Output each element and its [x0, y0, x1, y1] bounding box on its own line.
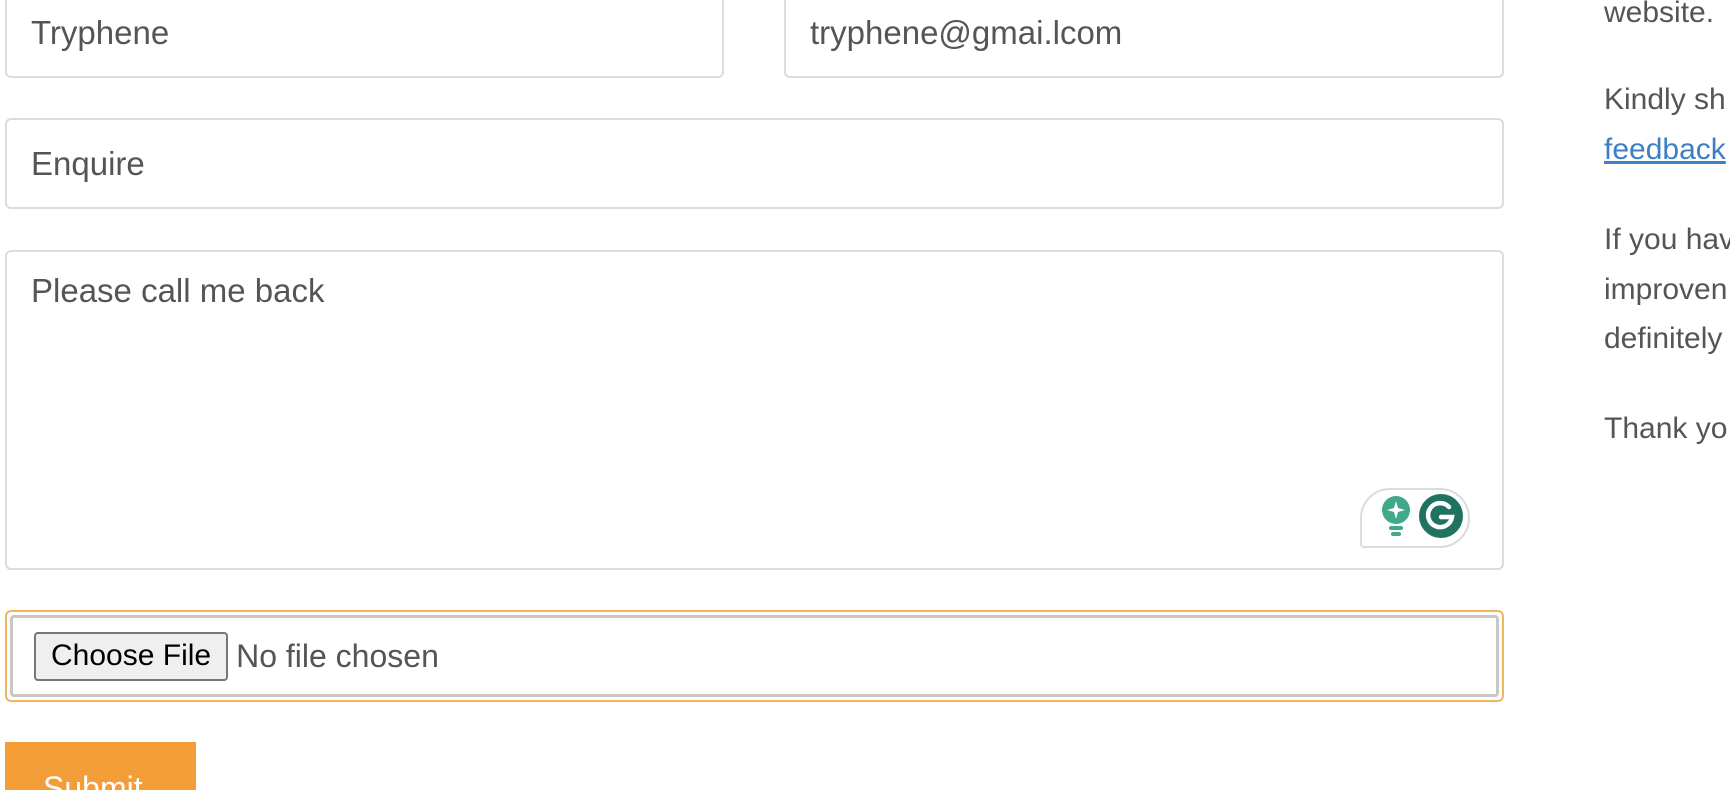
choose-file-button[interactable]: Choose File	[34, 631, 229, 681]
grammarly-widget[interactable]	[1360, 488, 1470, 548]
submit-button-label: Submit	[43, 770, 143, 790]
grammarly-g-icon[interactable]	[1418, 493, 1464, 544]
message-textarea-value: Please call me back	[31, 272, 325, 309]
contact-page: Tryphene tryphene@gmai.lcom Enquire Plea…	[0, 0, 1730, 790]
name-field-value: Tryphene	[31, 14, 170, 51]
sidebar-text-line: website.	[1604, 0, 1715, 29]
sidebar-text-line: Kindly sh	[1604, 83, 1726, 116]
sidebar-text-line: Thank yo	[1604, 412, 1728, 445]
subject-field-value: Enquire	[31, 144, 145, 182]
feedback-link[interactable]: feedback	[1604, 133, 1726, 167]
message-textarea[interactable]: Please call me back	[5, 250, 1504, 570]
email-field-value: tryphene@gmai.lcom	[810, 14, 1123, 51]
submit-button[interactable]: Submit	[5, 742, 196, 790]
lightbulb-icon[interactable]	[1380, 495, 1412, 542]
sidebar-text-line: definitely	[1604, 322, 1723, 355]
name-field[interactable]: Tryphene	[5, 0, 724, 78]
sidebar-text-line: improven	[1604, 273, 1728, 306]
file-upload-field[interactable]: Choose File No file chosen	[5, 610, 1504, 702]
file-status-text: No file chosen	[236, 637, 439, 674]
email-field[interactable]: tryphene@gmai.lcom	[784, 0, 1504, 78]
file-upload-inner: Choose File No file chosen	[10, 615, 1499, 697]
sidebar-text-line: If you hav	[1604, 223, 1730, 256]
subject-field[interactable]: Enquire	[5, 118, 1504, 209]
